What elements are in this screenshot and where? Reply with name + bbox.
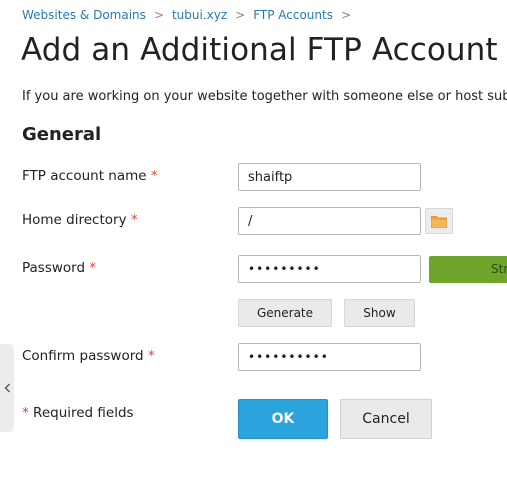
generate-password-button[interactable]: Generate bbox=[238, 299, 332, 327]
home-directory-label-text: Home directory bbox=[22, 212, 127, 228]
chevron-left-icon bbox=[4, 383, 10, 393]
confirm-password-label: Confirm password * bbox=[22, 348, 155, 364]
breadcrumb-domain[interactable]: tubui.xyz bbox=[172, 8, 227, 22]
required-fields-note: * Required fields bbox=[22, 405, 134, 421]
page-title: Add an Additional FTP Account bbox=[21, 32, 498, 68]
password-strength-text: Strong bbox=[491, 262, 507, 276]
password-label-text: Password bbox=[22, 260, 86, 276]
browse-folder-button[interactable] bbox=[425, 208, 453, 234]
breadcrumb-separator: > bbox=[153, 8, 164, 22]
password-input[interactable] bbox=[238, 255, 421, 283]
sidebar-collapse-toggle[interactable] bbox=[0, 344, 14, 432]
home-directory-input[interactable] bbox=[238, 207, 421, 235]
required-asterisk: * bbox=[147, 348, 155, 364]
required-asterisk: * bbox=[150, 168, 158, 184]
folder-icon bbox=[431, 215, 447, 228]
ftp-account-name-label-text: FTP account name bbox=[22, 168, 147, 184]
ftp-account-name-label: FTP account name * bbox=[22, 168, 158, 184]
breadcrumb-separator: > bbox=[235, 8, 246, 22]
required-fields-text: Required fields bbox=[33, 405, 134, 421]
cancel-button[interactable]: Cancel bbox=[340, 399, 432, 439]
password-strength-indicator: Strong bbox=[429, 256, 507, 283]
confirm-password-label-text: Confirm password bbox=[22, 348, 144, 364]
home-directory-label: Home directory * bbox=[22, 212, 138, 228]
breadcrumb-ftp-accounts[interactable]: FTP Accounts bbox=[253, 8, 333, 22]
show-password-button[interactable]: Show bbox=[344, 299, 415, 327]
password-label: Password * bbox=[22, 260, 96, 276]
breadcrumb: Websites & Domains > tubui.xyz > FTP Acc… bbox=[22, 8, 359, 22]
section-title-general: General bbox=[22, 124, 102, 145]
breadcrumb-separator: > bbox=[340, 8, 352, 22]
ftp-account-name-input[interactable] bbox=[238, 163, 421, 191]
ok-button[interactable]: OK bbox=[238, 399, 328, 439]
breadcrumb-websites-domains[interactable]: Websites & Domains bbox=[22, 8, 146, 22]
required-asterisk: * bbox=[130, 212, 138, 228]
required-asterisk: * bbox=[22, 405, 29, 421]
required-asterisk: * bbox=[89, 260, 97, 276]
confirm-password-input[interactable] bbox=[238, 343, 421, 371]
page-intro: If you are working on your website toget… bbox=[22, 89, 507, 104]
